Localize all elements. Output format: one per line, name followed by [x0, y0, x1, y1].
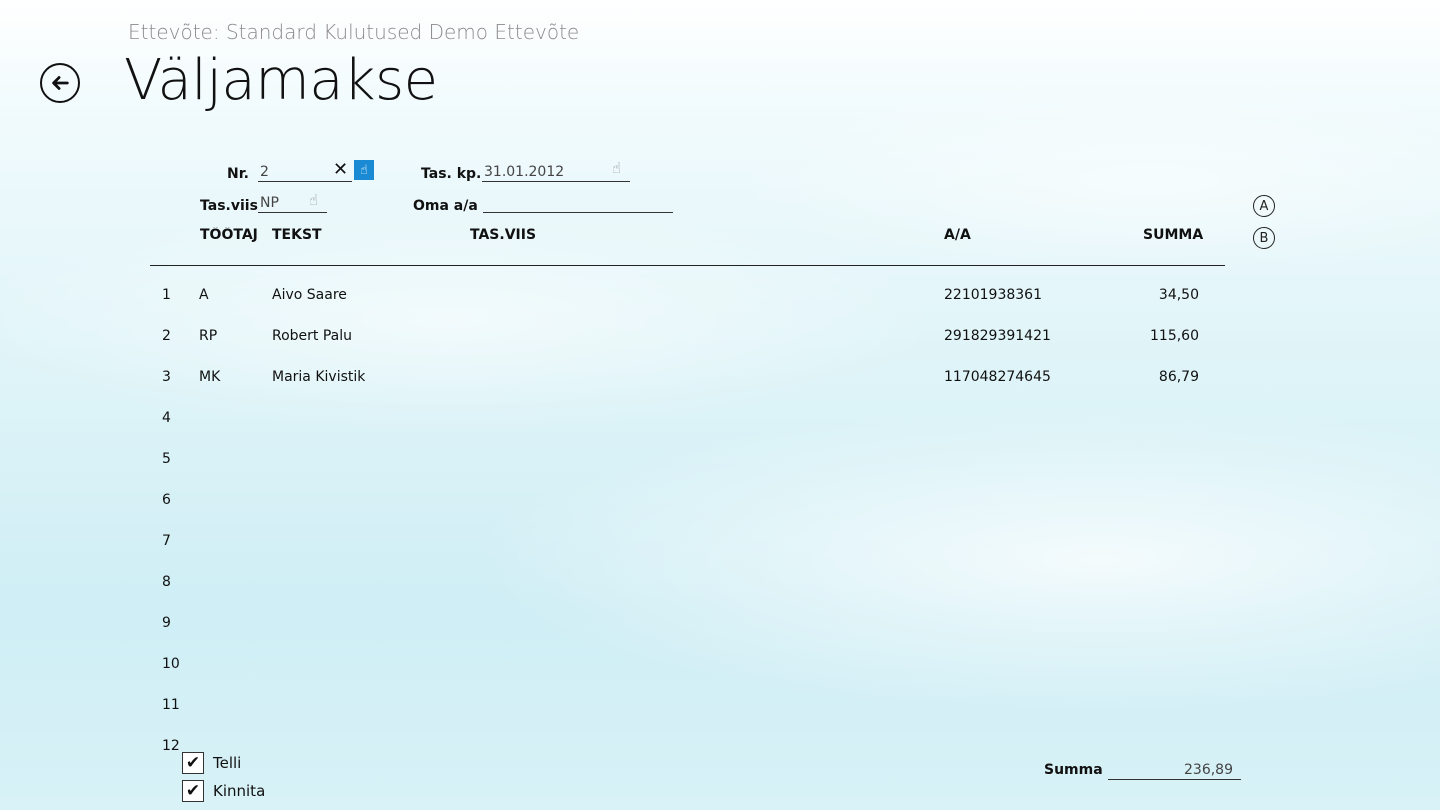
checkmark-icon: ✔ — [185, 753, 201, 773]
table-row[interactable]: 3 MK Maria Kivistik 117048274645 86,79 — [0, 367, 1440, 408]
row-text[interactable]: Maria Kivistik — [272, 367, 365, 387]
table-row[interactable]: 1 A Aivo Saare 22101938361 34,50 — [0, 285, 1440, 326]
summa-label: Summa — [1044, 762, 1103, 778]
row-number: 4 — [162, 410, 171, 426]
table-row[interactable]: 12 — [0, 736, 1440, 751]
row-number: 10 — [162, 656, 180, 672]
row-sum[interactable]: 34,50 — [1100, 285, 1199, 305]
row-account[interactable]: 291829391421 — [944, 326, 1051, 346]
table-row[interactable]: 2 RP Robert Palu 291829391421 115,60 — [0, 326, 1440, 367]
page-title: Väljamakse — [124, 48, 438, 113]
table-row[interactable]: 4 — [0, 408, 1440, 449]
table-row[interactable]: 9 — [0, 613, 1440, 654]
column-header-tootaja: TÖÖTAJA — [200, 227, 257, 243]
kinnita-checkbox[interactable]: ✔ — [182, 780, 204, 802]
tas-kp-input[interactable]: 31.01.2012 — [482, 162, 630, 182]
row-text[interactable]: Aivo Saare — [272, 285, 347, 305]
row-account[interactable]: 22101938361 — [944, 285, 1042, 305]
row-number: 1 — [162, 287, 171, 303]
tas-kp-label: Tas. kp. — [421, 166, 482, 182]
table-header-divider — [150, 265, 1225, 266]
telli-checkbox[interactable]: ✔ — [182, 752, 204, 774]
table-row[interactable]: 10 — [0, 654, 1440, 695]
row-number: 2 — [162, 328, 171, 344]
row-sum[interactable]: 86,79 — [1100, 367, 1199, 387]
tas-viis-label: Tas.viis — [200, 198, 258, 214]
table-row[interactable]: 11 — [0, 695, 1440, 736]
row-number: 6 — [162, 492, 171, 508]
row-number: 5 — [162, 451, 171, 467]
nr-picker-button[interactable]: ☝ — [354, 160, 374, 180]
a-button[interactable]: A — [1253, 195, 1275, 217]
table-row[interactable]: 6 — [0, 490, 1440, 531]
summa-total: 236,89 — [1108, 760, 1241, 780]
row-text[interactable]: Robert Palu — [272, 326, 352, 346]
row-code[interactable]: MK — [199, 367, 220, 387]
row-code[interactable]: RP — [199, 326, 217, 346]
row-number: 9 — [162, 615, 171, 631]
b-button[interactable]: B — [1253, 227, 1275, 249]
hand-pointer-icon: ☝ — [360, 162, 368, 178]
oma-aa-input[interactable] — [483, 193, 673, 213]
row-number: 11 — [162, 697, 180, 713]
table-row[interactable]: 8 — [0, 572, 1440, 613]
row-sum[interactable]: 115,60 — [1100, 326, 1199, 346]
back-button[interactable] — [40, 63, 80, 103]
hand-pointer-icon[interactable]: ☝ — [309, 191, 318, 209]
company-name: Ettevõte: Standard Kulutused Demo Ettevõ… — [128, 20, 580, 44]
column-header-tas-viis: TAS.VIIS — [470, 227, 537, 243]
close-icon[interactable]: ✕ — [333, 161, 348, 179]
row-number: 8 — [162, 574, 171, 590]
hand-pointer-icon[interactable]: ☝ — [612, 159, 621, 177]
table-body[interactable]: 1 A Aivo Saare 22101938361 34,50 2 RP Ro… — [0, 285, 1440, 751]
table-row[interactable]: 5 — [0, 449, 1440, 490]
kinnita-label[interactable]: Kinnita — [213, 782, 265, 800]
checkmark-icon: ✔ — [185, 781, 201, 801]
row-account[interactable]: 117048274645 — [944, 367, 1051, 387]
table-row[interactable]: 7 — [0, 531, 1440, 572]
column-header-tekst: TEKST — [272, 227, 322, 243]
oma-aa-label: Oma a/a — [413, 198, 478, 214]
row-number: 7 — [162, 533, 171, 549]
back-arrow-icon — [52, 76, 69, 90]
column-header-aa: A/A — [944, 227, 971, 243]
column-header-summa: SUMMA — [1143, 227, 1204, 243]
telli-label[interactable]: Telli — [213, 754, 241, 772]
nr-label: Nr. — [227, 166, 249, 182]
row-number: 3 — [162, 369, 171, 385]
row-code[interactable]: A — [199, 285, 209, 305]
row-number: 12 — [162, 738, 180, 751]
